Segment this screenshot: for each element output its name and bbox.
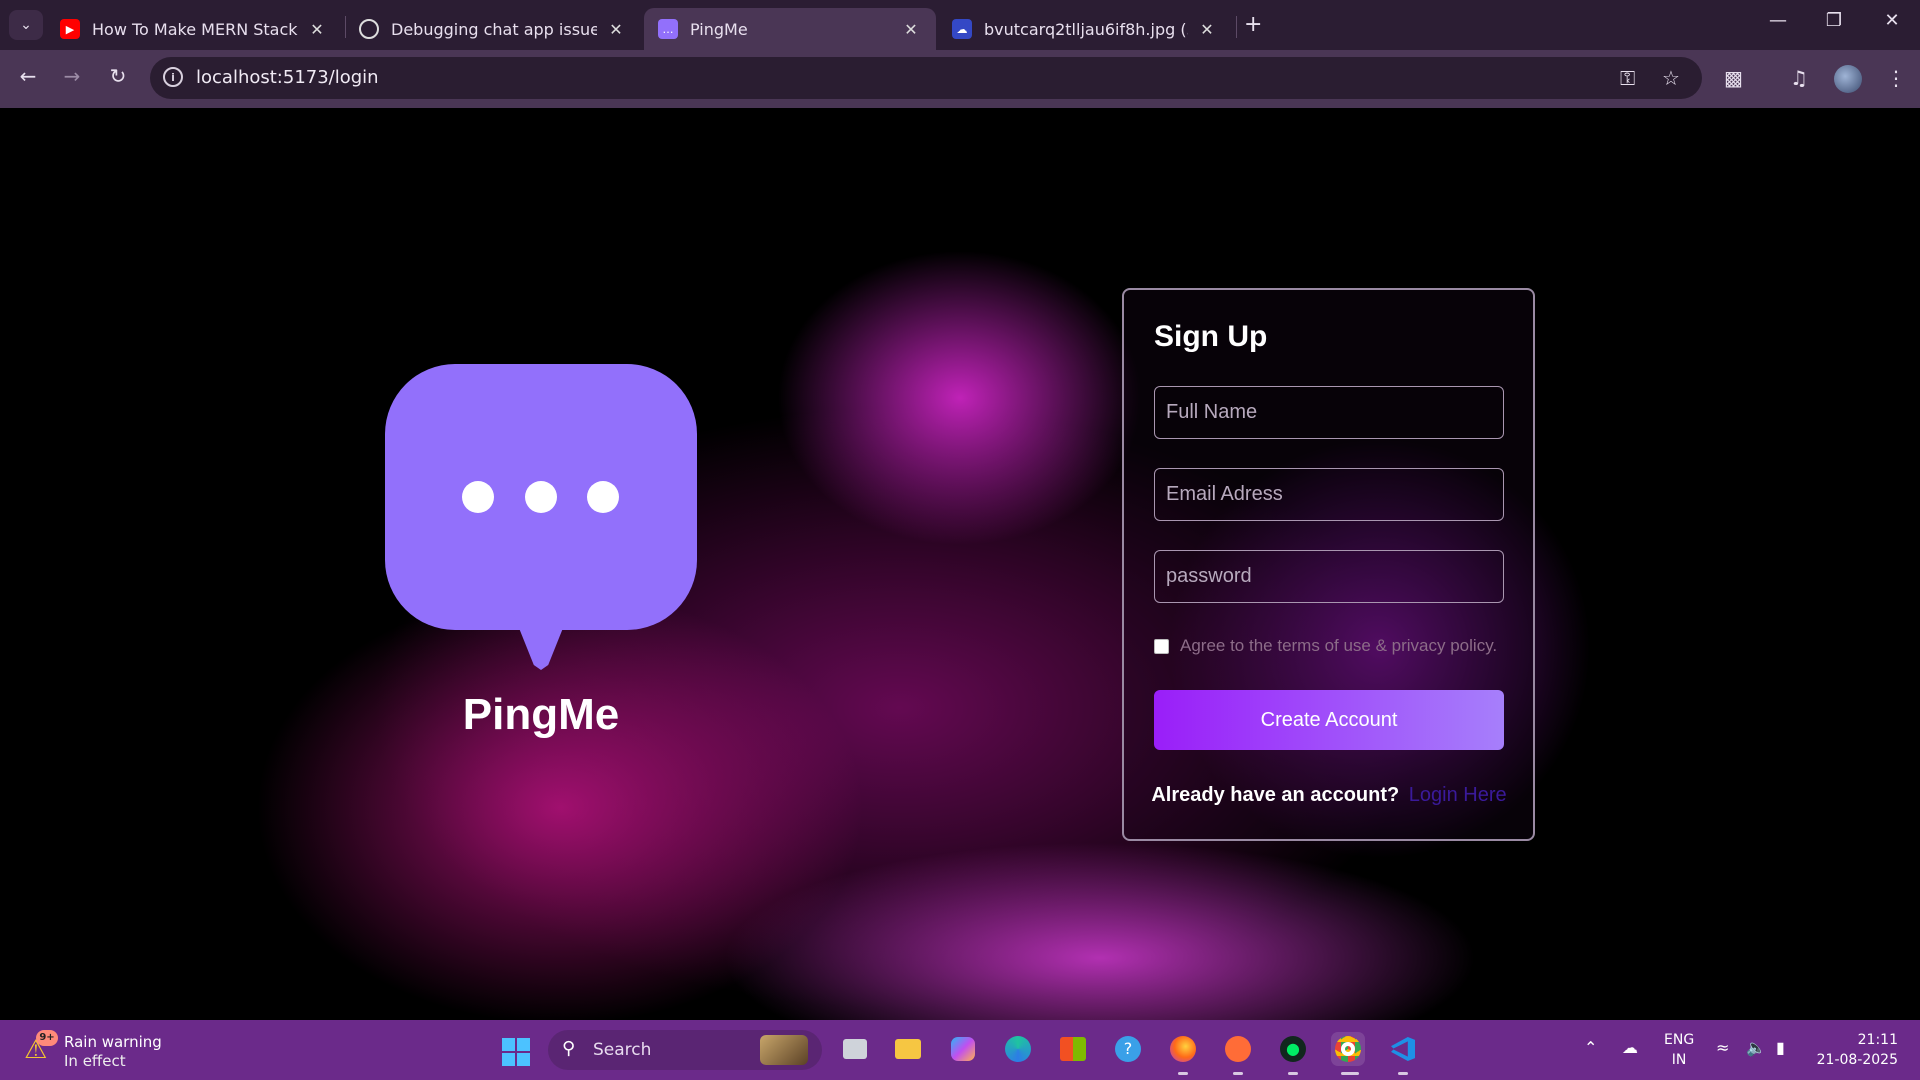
language-indicator[interactable]: ENG IN (1664, 1030, 1694, 1070)
pingme-logo-icon (385, 364, 697, 684)
task-view-icon[interactable] (838, 1032, 872, 1066)
language-code: ENG (1664, 1032, 1695, 1048)
restore-icon[interactable]: ❐ (1814, 10, 1854, 31)
browser-tab-bar: ⌄ ▶ How To Make MERN Stack Chat ✕ Debugg… (0, 0, 1920, 50)
running-indicator (1288, 1072, 1298, 1075)
reload-icon[interactable]: ↻ (103, 64, 133, 88)
running-indicator (1178, 1072, 1188, 1075)
tab-cloudinary[interactable]: ☁ bvutcarq2tlljau6if8h.jpg (3840× ✕ (938, 8, 1232, 50)
tab-title: How To Make MERN Stack Chat (92, 19, 298, 39)
file-explorer-icon[interactable] (891, 1032, 925, 1066)
url-text[interactable]: localhost:5173/login (196, 67, 379, 88)
typing-dot (462, 481, 494, 513)
media-controls-icon[interactable]: ♫ (1790, 66, 1808, 90)
form-title: Sign Up (1154, 320, 1268, 353)
chat-bubble-tail (511, 608, 571, 670)
password-input[interactable] (1154, 550, 1504, 603)
terms-checkbox[interactable] (1154, 639, 1169, 654)
cloudinary-icon: ☁ (952, 19, 972, 39)
volume-icon[interactable]: 🔈 (1746, 1038, 1766, 1057)
close-window-icon[interactable]: ✕ (1872, 10, 1912, 31)
mongodb-compass-icon[interactable]: ● (1276, 1032, 1310, 1066)
firefox-icon[interactable] (1166, 1032, 1200, 1066)
brand-name: PingMe (462, 690, 620, 739)
site-info-icon[interactable]: i (163, 67, 183, 87)
address-bar[interactable]: i localhost:5173/login ⚿ ☆ (150, 57, 1702, 99)
onedrive-icon[interactable]: ☁ (1622, 1038, 1638, 1057)
clock-date: 21-08-2025 (1816, 1052, 1898, 1068)
running-indicator (1398, 1072, 1408, 1075)
edge-icon[interactable] (1001, 1032, 1035, 1066)
weather-title: Rain warning (64, 1033, 162, 1051)
full-name-input[interactable] (1154, 386, 1504, 439)
back-arrow-icon[interactable]: ← (13, 64, 43, 88)
more-menu-icon[interactable]: ⋮ (1886, 66, 1906, 90)
weather-subtitle: In effect (64, 1052, 126, 1070)
tab-title: PingMe (690, 19, 748, 39)
help-icon[interactable]: ? (1111, 1032, 1145, 1066)
windows-start-icon[interactable] (502, 1038, 530, 1066)
copilot-icon[interactable] (946, 1032, 980, 1066)
bookmark-star-icon[interactable]: ☆ (1662, 66, 1680, 90)
already-text: Already have an account? (1151, 784, 1400, 806)
terms-label: Agree to the terms of use & privacy poli… (1180, 636, 1498, 655)
taskbar-search[interactable]: ⚲ Search (548, 1030, 822, 1070)
new-tab-plus-icon[interactable]: + (1244, 12, 1262, 37)
vscode-icon[interactable] (1386, 1032, 1420, 1066)
close-tab-icon[interactable]: ✕ (1196, 20, 1218, 39)
running-indicator (1233, 1072, 1243, 1075)
search-highlight-image (760, 1035, 808, 1065)
tab-search-chevron-icon[interactable]: ⌄ (9, 10, 43, 40)
wifi-icon[interactable]: ≈ (1716, 1038, 1729, 1057)
tab-title: bvutcarq2tlljau6if8h.jpg (3840× (984, 19, 1188, 39)
login-prompt: Already have an account? Login Here (1124, 784, 1534, 807)
password-key-icon[interactable]: ⚿ (1620, 66, 1635, 90)
login-here-link[interactable]: Login Here (1409, 784, 1507, 806)
create-account-button[interactable]: Create Account (1154, 690, 1504, 750)
region-code: IN (1671, 1052, 1687, 1068)
postman-icon[interactable] (1221, 1032, 1255, 1066)
search-icon: ⚲ (562, 1038, 576, 1059)
typing-dot (587, 481, 619, 513)
show-hidden-icons-chevron-icon[interactable]: ⌃ (1584, 1038, 1597, 1057)
weather-widget[interactable]: ⚠ 9+ Rain warning In effect (22, 1030, 222, 1072)
chatgpt-icon (359, 19, 379, 39)
tab-youtube[interactable]: ▶ How To Make MERN Stack Chat ✕ (46, 8, 342, 50)
tab-divider (1236, 16, 1237, 38)
windows-taskbar: ⚠ 9+ Rain warning In effect ⚲ Search ? ●… (0, 1020, 1920, 1080)
extensions-puzzle-icon[interactable]: ▩ (1724, 66, 1743, 90)
login-page: PingMe Sign Up Agree to the terms of use… (0, 108, 1920, 1020)
system-clock[interactable]: 21:11 21-08-2025 (1816, 1030, 1898, 1070)
email-input[interactable] (1154, 468, 1504, 521)
search-label: Search (593, 1040, 652, 1060)
close-tab-icon[interactable]: ✕ (900, 20, 922, 39)
minimize-icon[interactable]: — (1758, 10, 1798, 31)
close-tab-icon[interactable]: ✕ (605, 20, 627, 39)
signup-card: Sign Up Agree to the terms of use & priv… (1122, 288, 1535, 841)
tab-chatgpt[interactable]: Debugging chat app issues ✕ (345, 8, 641, 50)
chrome-icon[interactable] (1331, 1032, 1365, 1066)
clock-time: 21:11 (1857, 1032, 1898, 1048)
typing-dot (525, 481, 557, 513)
battery-icon[interactable]: ▮ (1776, 1038, 1785, 1057)
running-indicator (1341, 1072, 1359, 1075)
close-tab-icon[interactable]: ✕ (306, 20, 328, 39)
store-icon[interactable] (1056, 1032, 1090, 1066)
profile-avatar[interactable] (1834, 65, 1862, 93)
youtube-icon: ▶ (60, 19, 80, 39)
pingme-icon: … (658, 19, 678, 39)
tab-pingme[interactable]: … PingMe ✕ (644, 8, 936, 50)
notification-badge: 9+ (36, 1030, 58, 1046)
forward-arrow-icon[interactable]: → (57, 64, 87, 88)
tab-title: Debugging chat app issues (391, 19, 597, 39)
browser-toolbar: ← → ↻ i localhost:5173/login ⚿ ☆ ▩ ♫ ⋮ (0, 50, 1920, 108)
